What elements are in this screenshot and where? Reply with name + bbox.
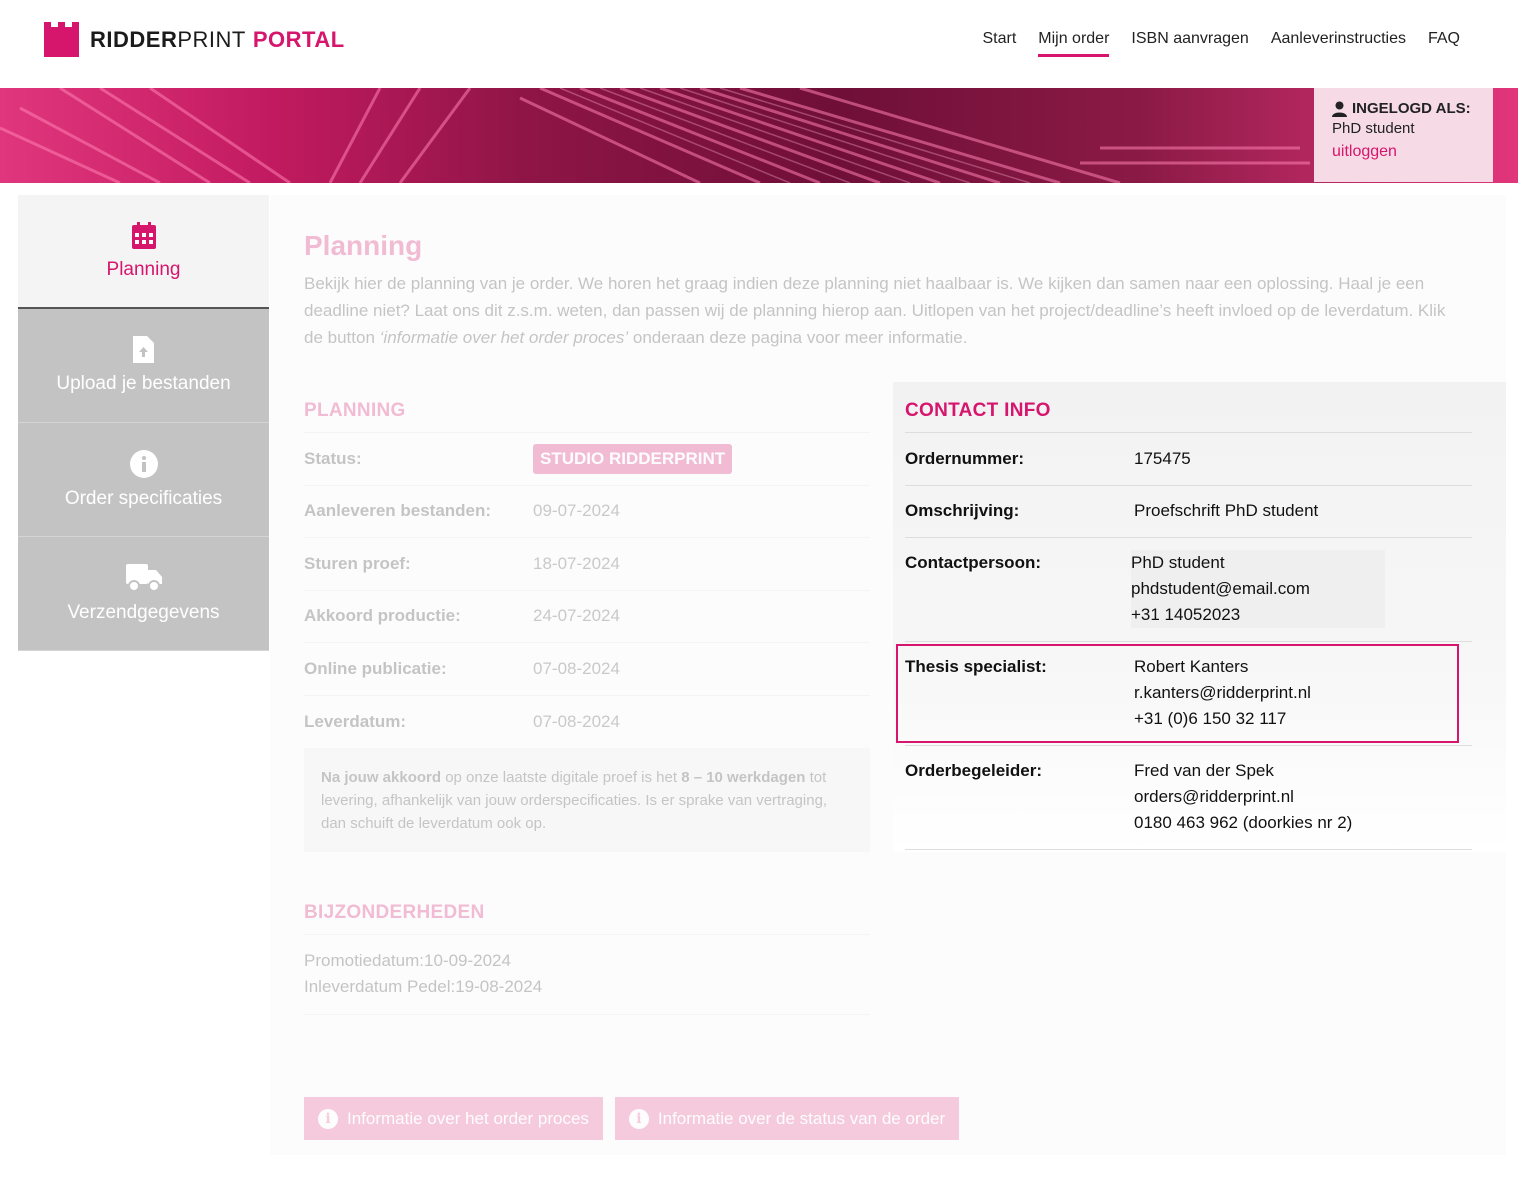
begeleider-details: Fred van der Spek orders@ridderprint.nl …	[1134, 761, 1353, 832]
sidebar-item-label: Planning	[106, 258, 181, 280]
planning-row-status: Status: STUDIO RIDDERPRINT	[304, 433, 870, 486]
nav-start[interactable]: Start	[982, 30, 1016, 57]
castle-logo-icon	[44, 22, 79, 57]
planning-row: Aanleveren bestanden: 09-07-2024	[304, 486, 870, 538]
bijzonderheden-section: BIJZONDERHEDEN Promotiedatum:10-09-2024 …	[304, 902, 870, 1015]
nav-mijn-order[interactable]: Mijn order	[1038, 30, 1110, 57]
sidebar-item-label: Upload je bestanden	[56, 373, 231, 394]
banner-pages-image	[0, 88, 1310, 183]
login-title-row: INGELOGD ALS:	[1332, 100, 1475, 117]
logo-text: RIDDERPRINT PORTAL	[90, 27, 345, 52]
sidebar-item-order-specificaties[interactable]: Order specificaties	[18, 423, 269, 537]
page-title: Planning	[304, 230, 423, 261]
truck-icon	[125, 563, 162, 592]
calendar-icon	[131, 221, 156, 249]
contact-info-section: CONTACT INFO Ordernummer: 175475 Omschri…	[905, 400, 1472, 850]
contactpersoon-details: PhD student phdstudent@email.com +31 140…	[1131, 550, 1385, 628]
contact-row-contactpersoon: Contactpersoon: PhD student phdstudent@e…	[905, 538, 1472, 642]
status-badge: STUDIO RIDDERPRINT	[533, 443, 733, 474]
sidebar: Planning Upload je bestanden Order speci…	[18, 195, 269, 651]
contact-row-ordernummer: Ordernummer: 175475	[905, 433, 1472, 486]
planning-row: Leverdatum: 07-08-2024	[304, 711, 620, 731]
info-icon: i	[628, 1108, 649, 1129]
logout-link[interactable]: uitloggen	[1332, 143, 1397, 161]
page-intro: Bekijk hier de planning van je order. We…	[304, 274, 1446, 347]
planning-section: PLANNING Status: STUDIO RIDDERPRINT Aanl…	[304, 400, 870, 852]
nav-isbn-aanvragen[interactable]: ISBN aanvragen	[1131, 30, 1248, 57]
specialist-email[interactable]: r.kanters@ridderprint.nl	[1134, 680, 1311, 706]
planning-row: Akkoord productie: 24-07-2024	[304, 591, 870, 643]
specialist-details: Robert Kanters r.kanters@ridderprint.nl …	[1134, 657, 1311, 728]
planning-heading: PLANNING	[304, 400, 870, 433]
inleverdatum-pedel: Inleverdatum Pedel:19-08-2024	[304, 977, 543, 996]
contact-heading: CONTACT INFO	[905, 400, 1472, 433]
user-icon	[1332, 101, 1347, 117]
info-order-status-button[interactable]: i Informatie over de status van de order	[614, 1097, 960, 1140]
bijzonderheden-heading: BIJZONDERHEDEN	[304, 902, 870, 935]
contact-row-omschrijving: Omschrijving: Proefschrift PhD student	[905, 486, 1472, 538]
sidebar-item-planning[interactable]: Planning	[18, 195, 269, 309]
sidebar-item-verzendgegevens[interactable]: Verzendgegevens	[18, 537, 269, 651]
header: RIDDERPRINT PORTAL Start Mijn order ISBN …	[0, 0, 1518, 88]
login-box: INGELOGD ALS: PhD student uitloggen	[1314, 88, 1493, 182]
login-username: PhD student	[1332, 120, 1415, 137]
sidebar-item-upload[interactable]: Upload je bestanden	[18, 309, 269, 423]
sidebar-item-label: Order specificaties	[64, 487, 223, 509]
info-order-process-button[interactable]: i Informatie over het order proces	[304, 1097, 603, 1140]
hero-banner	[0, 88, 1518, 183]
delivery-note: Na jouw akkoord op onze laatste digitale…	[304, 748, 870, 852]
info-icon: i	[318, 1108, 338, 1129]
begeleider-email[interactable]: orders@ridderprint.nl	[1134, 784, 1352, 810]
info-buttons: i Informatie over het order proces i Inf…	[304, 1097, 960, 1140]
contact-row-thesis-specialist: Thesis specialist: Robert Kanters r.kant…	[905, 642, 1472, 746]
planning-row: Online publicatie: 07-08-2024	[304, 643, 870, 696]
file-upload-icon	[133, 336, 154, 363]
planning-row: Sturen proef: 18-07-2024	[304, 538, 870, 591]
nav-aanleverinstructies[interactable]: Aanleverinstructies	[1271, 30, 1406, 57]
info-icon	[129, 449, 158, 478]
sidebar-item-label: Verzendgegevens	[67, 601, 220, 623]
promotiedatum: Promotiedatum:10-09-2024	[304, 951, 511, 970]
main-nav: Start Mijn order ISBN aanvragen Aanlever…	[982, 30, 1460, 57]
login-title: INGELOGD ALS:	[1352, 100, 1471, 117]
contact-row-orderbegeleider: Orderbegeleider: Fred van der Spek order…	[905, 746, 1472, 850]
nav-faq[interactable]: FAQ	[1428, 30, 1460, 57]
bijzonderheden-body: Promotiedatum:10-09-2024 Inleverdatum Pe…	[304, 935, 870, 1015]
logo[interactable]: RIDDERPRINT PORTAL	[44, 22, 345, 57]
